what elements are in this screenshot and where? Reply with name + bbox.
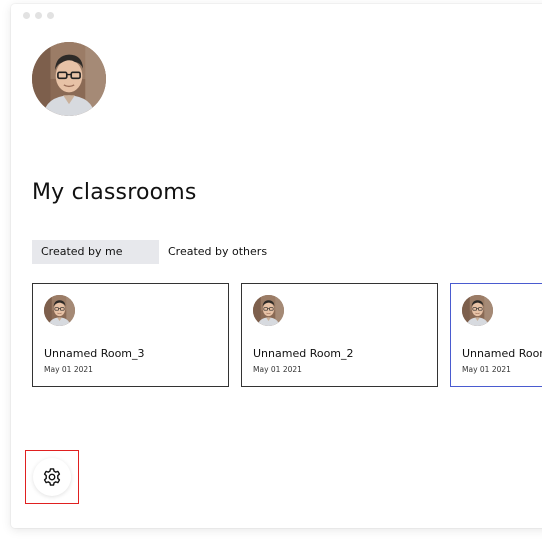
settings-button[interactable]	[33, 458, 71, 496]
room-filter-tabs: Created by me Created by others	[32, 240, 276, 264]
user-avatar-icon	[32, 42, 106, 116]
room-name: Unnamed Room_2	[253, 347, 354, 360]
page-title: My classrooms	[32, 180, 197, 205]
room-name: Unnamed Room	[462, 347, 542, 360]
room-date: May 01 2021	[462, 365, 511, 374]
close-window-dot[interactable]	[23, 12, 30, 19]
room-owner-avatar	[253, 295, 284, 326]
minimize-window-dot[interactable]	[35, 12, 42, 19]
maximize-window-dot[interactable]	[47, 12, 54, 19]
tab-created-by-me[interactable]: Created by me	[32, 240, 159, 264]
user-avatar-icon	[253, 295, 284, 326]
user-avatar-icon	[44, 295, 75, 326]
user-avatar-icon	[462, 295, 493, 326]
window-controls	[23, 12, 54, 19]
tab-created-by-others[interactable]: Created by others	[159, 240, 276, 264]
room-card-selected[interactable]: Unnamed Room May 01 2021	[450, 283, 542, 387]
room-date: May 01 2021	[253, 365, 302, 374]
room-owner-avatar	[462, 295, 493, 326]
settings-highlight	[25, 450, 79, 504]
room-date: May 01 2021	[44, 365, 93, 374]
app-window: My classrooms Created by me Created by o…	[11, 4, 542, 528]
room-owner-avatar	[44, 295, 75, 326]
room-name: Unnamed Room_3	[44, 347, 145, 360]
profile-avatar[interactable]	[32, 42, 106, 116]
room-card[interactable]: Unnamed Room_3 May 01 2021	[32, 283, 229, 387]
room-card[interactable]: Unnamed Room_2 May 01 2021	[241, 283, 438, 387]
gear-icon	[43, 468, 61, 486]
